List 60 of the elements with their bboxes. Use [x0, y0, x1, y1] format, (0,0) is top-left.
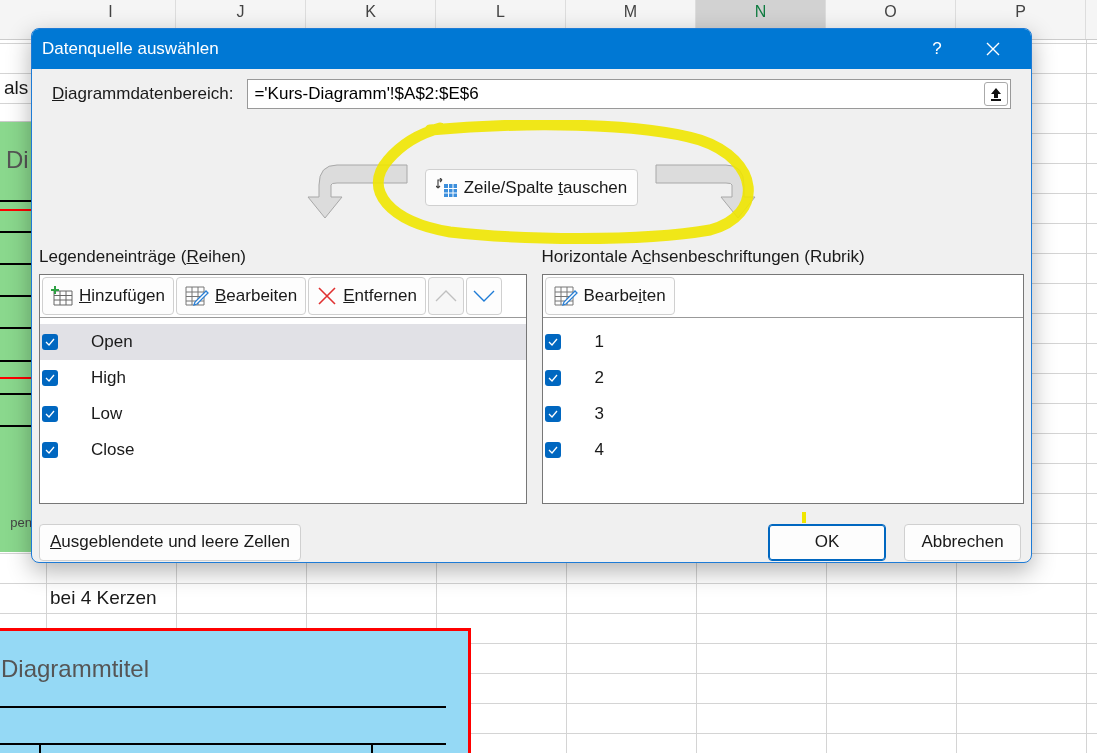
window-title: Datenquelle auswählen — [42, 38, 220, 61]
item-label: 1 — [594, 330, 604, 353]
range-label: Diagrammdatenbereich: — [52, 83, 234, 106]
chart-title: Diagrammtitel — [1, 654, 150, 684]
item-label: 2 — [594, 366, 604, 389]
item-label: Low — [91, 402, 123, 425]
legend-label: pen — [10, 514, 32, 532]
pen-mark — [802, 512, 806, 523]
list-item[interactable]: Low — [40, 395, 526, 432]
checkbox[interactable] — [42, 441, 58, 458]
list-item[interactable]: 2 — [542, 359, 1023, 396]
remove-button[interactable]: Entfernen — [308, 276, 426, 315]
cancel-button[interactable]: Abbrechen — [904, 523, 1021, 561]
item-label: 4 — [594, 438, 604, 461]
item-label: High — [91, 366, 126, 389]
checkmark-icon — [45, 373, 55, 382]
hidden-empty-cells-button[interactable]: Ausgeblendete und leere Zellen — [39, 523, 302, 561]
section-heading: Horizontale Achsenbeschriftungen (Rubrik) — [541, 246, 866, 268]
checkbox[interactable] — [42, 333, 58, 350]
checkmark-icon — [45, 409, 55, 418]
list-item[interactable]: Open — [40, 323, 526, 360]
add-button[interactable]: Hinzufügen — [42, 276, 174, 315]
chart-title: Di — [6, 145, 29, 175]
close-icon — [317, 285, 338, 306]
section-heading: Legendeneinträge (Reihen) — [39, 246, 247, 268]
swap-grid-icon — [435, 177, 458, 198]
item-label: Close — [91, 438, 135, 461]
item-label: 3 — [594, 402, 604, 425]
item-label: Open — [91, 330, 133, 353]
checkbox[interactable] — [544, 333, 561, 350]
list-item[interactable]: High — [40, 359, 526, 396]
checkbox[interactable] — [42, 405, 58, 422]
swap-rows-columns-button[interactable]: Zeile/Spalte tauschen — [424, 169, 639, 206]
checkmark-icon — [547, 337, 558, 346]
table-add-icon — [51, 285, 73, 306]
list-item[interactable]: Close — [40, 431, 526, 468]
list-item[interactable]: 1 — [542, 323, 1023, 360]
checkmark-icon — [45, 445, 55, 454]
chevron-down-icon — [473, 289, 495, 302]
list-item[interactable]: 4 — [542, 431, 1023, 468]
checkmark-icon — [547, 445, 558, 454]
checkbox[interactable] — [544, 369, 561, 386]
checkmark-icon — [547, 409, 558, 418]
checkbox[interactable] — [544, 405, 561, 422]
checkbox[interactable] — [544, 441, 561, 458]
table-edit-icon — [185, 284, 209, 307]
chevron-up-icon — [435, 289, 457, 302]
curved-arrow-icon — [306, 163, 409, 220]
range-field[interactable]: ='Kurs-Diagramm'!$A$2:$E$6 — [247, 79, 1011, 109]
edit-button[interactable]: Bearbeiten — [544, 276, 675, 315]
checkmark-icon — [45, 337, 55, 346]
checkbox[interactable] — [42, 369, 58, 386]
collapse-button[interactable] — [984, 82, 1008, 106]
checkmark-icon — [547, 373, 558, 382]
ok-button[interactable]: OK — [768, 523, 886, 561]
edit-button[interactable]: Bearbeiten — [176, 276, 307, 315]
close-icon — [986, 42, 1000, 56]
table-edit-icon — [553, 284, 578, 307]
upload-arrow-icon — [990, 87, 1002, 101]
list-item[interactable]: 3 — [542, 395, 1023, 432]
